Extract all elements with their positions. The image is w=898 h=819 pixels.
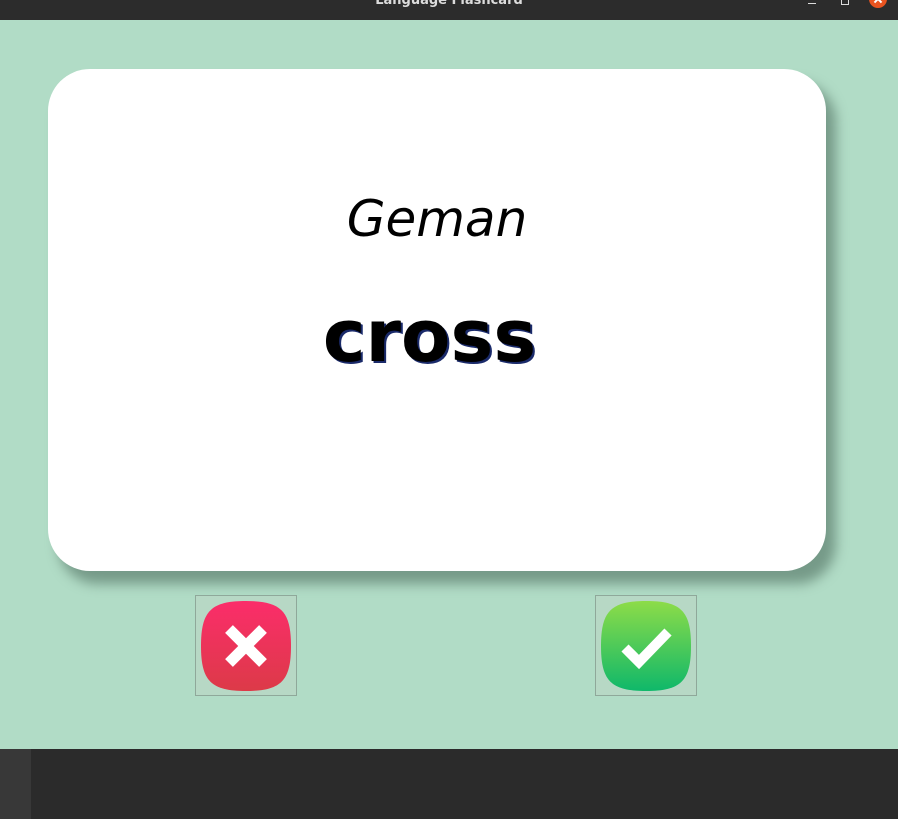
window-titlebar: Language Flashcard bbox=[0, 0, 898, 20]
checkmark-icon bbox=[601, 601, 691, 691]
card-language-title: Geman bbox=[346, 190, 528, 248]
flashcard: Geman cross bbox=[48, 69, 826, 571]
maximize-button[interactable] bbox=[835, 0, 855, 20]
card-word: cross bbox=[322, 294, 537, 378]
taskbar-left-panel bbox=[0, 749, 31, 819]
minimize-button[interactable] bbox=[802, 0, 822, 20]
app-window: Geman cross bbox=[0, 20, 898, 749]
close-icon bbox=[869, 0, 887, 8]
window-title: Language Flashcard bbox=[375, 0, 523, 8]
taskbar bbox=[0, 749, 898, 819]
right-button[interactable] bbox=[595, 595, 697, 696]
cross-icon bbox=[201, 601, 291, 691]
close-window-button[interactable] bbox=[868, 0, 888, 20]
wrong-button[interactable] bbox=[195, 595, 297, 696]
